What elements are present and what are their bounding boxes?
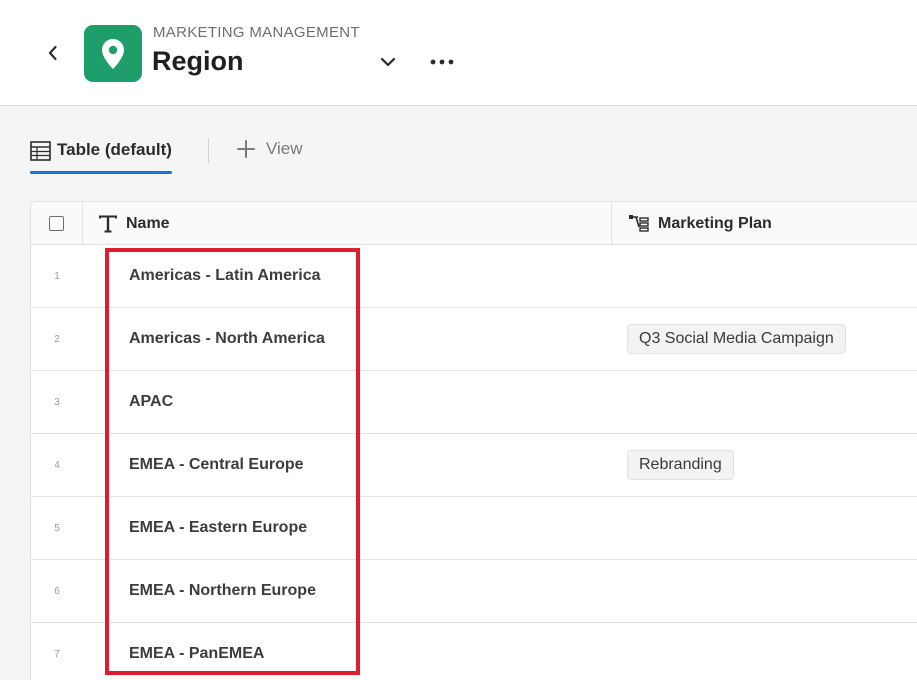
table-row[interactable]: 7 EMEA - PanEMEA bbox=[31, 623, 917, 680]
marketing-plan-cell[interactable]: Rebranding bbox=[613, 434, 917, 496]
plus-icon bbox=[237, 140, 255, 158]
back-button[interactable] bbox=[38, 38, 68, 68]
page-header: MARKETING MANAGEMENT Region bbox=[0, 0, 917, 106]
tab-divider bbox=[208, 138, 209, 163]
name-cell[interactable]: EMEA - Central Europe bbox=[83, 434, 612, 496]
more-horizontal-icon bbox=[430, 59, 454, 65]
map-pin-icon bbox=[102, 38, 124, 69]
row-number: 4 bbox=[54, 459, 60, 471]
row-number: 6 bbox=[54, 585, 60, 597]
linked-record-icon bbox=[629, 214, 649, 232]
row-number: 7 bbox=[54, 648, 60, 660]
header-checkbox-cell bbox=[31, 202, 83, 245]
row-number: 1 bbox=[54, 270, 60, 282]
name-cell[interactable]: EMEA - Northern Europe bbox=[83, 560, 612, 622]
add-view-label: View bbox=[266, 139, 303, 158]
marketing-plan-cell[interactable] bbox=[613, 371, 917, 433]
table-row[interactable]: 1 Americas - Latin America bbox=[31, 245, 917, 308]
marketing-plan-cell[interactable] bbox=[613, 560, 917, 622]
name-cell[interactable]: Americas - North America bbox=[83, 308, 612, 370]
name-cell[interactable]: EMEA - Eastern Europe bbox=[83, 497, 612, 559]
table-row[interactable]: 4 EMEA - Central Europe Rebranding bbox=[31, 434, 917, 497]
app-icon bbox=[84, 25, 142, 82]
marketing-plan-cell[interactable]: Q3 Social Media Campaign bbox=[613, 308, 917, 370]
workspace-name: MARKETING MANAGEMENT bbox=[153, 24, 360, 41]
select-all-checkbox[interactable] bbox=[49, 216, 64, 231]
text-type-icon bbox=[99, 215, 117, 232]
name-cell[interactable]: APAC bbox=[83, 371, 612, 433]
marketing-plan-cell[interactable] bbox=[613, 497, 917, 559]
title-dropdown-button[interactable] bbox=[374, 48, 402, 76]
name-cell[interactable]: Americas - Latin America bbox=[83, 245, 612, 307]
table-row[interactable]: 3 APAC bbox=[31, 371, 917, 434]
marketing-plan-cell[interactable] bbox=[613, 245, 917, 307]
table-icon bbox=[30, 141, 51, 161]
column-header-marketing-plan[interactable]: Marketing Plan bbox=[613, 202, 917, 245]
row-number: 3 bbox=[54, 396, 60, 408]
chevron-down-icon bbox=[380, 57, 396, 67]
column-label: Name bbox=[126, 214, 170, 232]
table-header: Name Marketing Plan bbox=[31, 202, 917, 245]
tab-table-default[interactable]: Table (default) bbox=[30, 138, 172, 174]
row-number: 2 bbox=[54, 333, 60, 345]
table-row[interactable]: 2 Americas - North America Q3 Social Med… bbox=[31, 308, 917, 371]
linked-record-chip[interactable]: Q3 Social Media Campaign bbox=[627, 324, 846, 354]
table-row[interactable]: 5 EMEA - Eastern Europe bbox=[31, 497, 917, 560]
name-cell[interactable]: EMEA - PanEMEA bbox=[83, 623, 612, 680]
more-options-button[interactable] bbox=[426, 48, 458, 76]
table-row[interactable]: 6 EMEA - Northern Europe bbox=[31, 560, 917, 623]
tab-label: Table (default) bbox=[57, 140, 172, 159]
linked-record-chip[interactable]: Rebranding bbox=[627, 450, 734, 480]
chevron-left-icon bbox=[48, 45, 57, 61]
active-tab-indicator bbox=[30, 171, 172, 174]
marketing-plan-cell[interactable] bbox=[613, 623, 917, 680]
page-title: Region bbox=[152, 46, 244, 76]
row-number: 5 bbox=[54, 522, 60, 534]
column-header-name[interactable]: Name bbox=[83, 202, 612, 245]
column-label: Marketing Plan bbox=[658, 214, 772, 232]
records-table: Name Marketing Plan 1 Americas - Latin A… bbox=[30, 201, 917, 680]
add-view-button[interactable]: View bbox=[236, 139, 303, 159]
